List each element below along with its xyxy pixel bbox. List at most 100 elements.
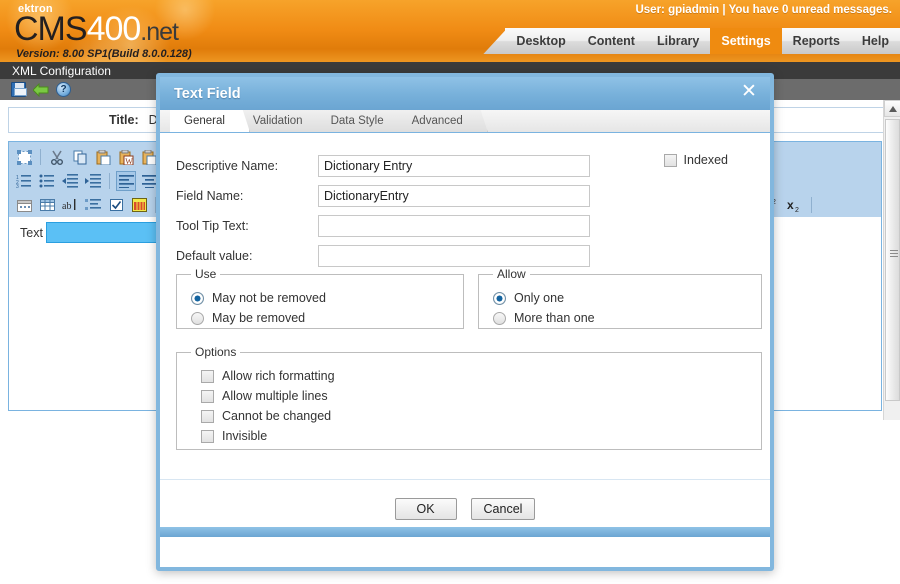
- use-option-row[interactable]: May not be removed: [191, 288, 451, 308]
- subscript-icon[interactable]: x2: [785, 195, 805, 215]
- align-left-icon[interactable]: [116, 171, 136, 191]
- default-value-input[interactable]: [318, 245, 590, 267]
- svg-text:3: 3: [16, 184, 19, 188]
- default-value-label: Default value:: [176, 249, 253, 263]
- allow-legend: Allow: [497, 267, 526, 281]
- svg-text:x: x: [787, 198, 794, 212]
- paste-icon[interactable]: [93, 147, 113, 167]
- tab-advanced[interactable]: Advanced: [397, 110, 477, 132]
- nav-item-library[interactable]: Library: [646, 28, 710, 54]
- allow-only-one-radio[interactable]: [493, 291, 506, 305]
- option-row[interactable]: Cannot be changed: [201, 406, 749, 426]
- use-may-be-removed-radio[interactable]: [191, 311, 204, 325]
- option-row[interactable]: Allow multiple lines: [201, 386, 749, 406]
- allow-fieldset: Allow Only one More than one: [478, 267, 762, 329]
- logo-cms-text: CMS: [14, 10, 88, 48]
- toolbar-separator: [811, 197, 812, 213]
- indexed-checkbox-row: Indexed: [663, 153, 728, 167]
- calendar-field-icon[interactable]: [129, 195, 149, 215]
- insert-date-icon[interactable]: [14, 195, 34, 215]
- copy-icon[interactable]: [70, 147, 90, 167]
- use-may-not-be-removed-radio[interactable]: [191, 291, 204, 305]
- nav-item-reports[interactable]: Reports: [782, 28, 851, 54]
- title-label: Title:: [109, 113, 139, 127]
- field-name-label: Field Name:: [176, 189, 244, 203]
- insert-table-icon[interactable]: [37, 195, 57, 215]
- invisible-label: Invisible: [222, 429, 268, 443]
- toolbar-separator: [109, 173, 110, 189]
- version-text: Version: 8.00 SP1(Build 8.0.0.128): [16, 48, 192, 60]
- close-icon[interactable]: ✕: [739, 82, 759, 102]
- nav-item-content[interactable]: Content: [577, 28, 646, 54]
- nav-item-desktop[interactable]: Desktop: [505, 28, 576, 54]
- svg-text:ab: ab: [62, 201, 71, 212]
- allow-more-than-one-label: More than one: [514, 311, 595, 325]
- tool-tip-text-label: Tool Tip Text:: [176, 219, 249, 233]
- use-fieldset: Use May not be removed May be removed: [176, 267, 464, 329]
- checkbox-field-icon[interactable]: [106, 195, 126, 215]
- field-name-row: Field Name:: [176, 181, 754, 211]
- scrollbar-grip-icon: [890, 250, 898, 257]
- cannot-be-changed-label: Cannot be changed: [222, 409, 332, 423]
- field-name-input[interactable]: [318, 185, 590, 207]
- nav-item-settings[interactable]: Settings: [710, 28, 782, 54]
- allow-more-than-one-radio[interactable]: [493, 311, 506, 325]
- ok-button[interactable]: OK: [394, 497, 457, 520]
- dialog-resize-handle-icon[interactable]: [755, 552, 768, 565]
- nav-item-help[interactable]: Help: [851, 28, 900, 54]
- options-legend: Options: [195, 345, 237, 359]
- ektron-logo: ektron CMS400.net Version: 8.00 SP1(Buil…: [14, 2, 192, 60]
- use-may-not-be-removed-label: May not be removed: [212, 291, 326, 305]
- use-may-be-removed-label: May be removed: [212, 311, 306, 325]
- bullet-list-icon[interactable]: [37, 171, 57, 191]
- vertical-scrollbar[interactable]: [883, 100, 900, 420]
- save-icon[interactable]: [11, 82, 27, 97]
- back-arrow-icon[interactable]: [33, 82, 49, 97]
- tab-data-style[interactable]: Data Style: [316, 110, 398, 132]
- spellcheck-icon[interactable]: ab: [60, 195, 80, 215]
- help-icon[interactable]: ?: [56, 82, 71, 97]
- cannot-be-changed-checkbox[interactable]: [201, 409, 214, 423]
- scroll-up-arrow-icon[interactable]: [884, 100, 900, 117]
- brand-banner: ektron CMS400.net Version: 8.00 SP1(Buil…: [0, 0, 900, 68]
- tab-general[interactable]: General: [170, 110, 239, 132]
- dialog-tabs: General Validation Data Style Advanced: [160, 110, 770, 133]
- svg-text:2: 2: [795, 207, 799, 212]
- tab-validation[interactable]: Validation: [238, 110, 317, 132]
- allow-rich-formatting-label: Allow rich formatting: [222, 369, 335, 383]
- svg-text:W: W: [125, 157, 133, 165]
- scrollbar-thumb[interactable]: [885, 119, 900, 401]
- dialog-title-bar[interactable]: Text Field ✕: [160, 77, 770, 110]
- option-row[interactable]: Invisible: [201, 426, 749, 446]
- tool-tip-text-input[interactable]: [318, 215, 590, 237]
- text-field-dialog: Text Field ✕ General Validation Data Sty…: [156, 73, 774, 571]
- indexed-checkbox[interactable]: [663, 153, 677, 167]
- cut-icon[interactable]: [47, 147, 67, 167]
- options-fieldset: Options Allow rich formatting Allow mult…: [176, 345, 762, 450]
- allow-option-row[interactable]: Only one: [493, 288, 749, 308]
- allow-option-row[interactable]: More than one: [493, 308, 749, 328]
- dialog-title: Text Field: [174, 85, 241, 102]
- use-legend: Use: [195, 267, 217, 281]
- definition-list-icon[interactable]: [83, 195, 103, 215]
- descriptive-name-label: Descriptive Name:: [176, 159, 279, 173]
- logo-main-text: CMS400.net: [14, 10, 192, 48]
- outdent-icon[interactable]: [60, 171, 80, 191]
- select-all-icon[interactable]: [14, 147, 34, 167]
- editor-field-label: Text: [20, 226, 43, 240]
- descriptive-name-input[interactable]: [318, 155, 590, 177]
- indexed-label: Indexed: [683, 153, 728, 167]
- allow-multiple-lines-checkbox[interactable]: [201, 389, 214, 403]
- application-window: ektron CMS400.net Version: 8.00 SP1(Buil…: [0, 0, 900, 584]
- paste-from-word-icon[interactable]: W: [116, 147, 136, 167]
- cancel-button[interactable]: Cancel: [470, 497, 536, 520]
- logo-net-text: .net: [140, 18, 179, 46]
- numbered-list-icon[interactable]: 123: [14, 171, 34, 191]
- user-info-text: User: gpiadmin | You have 0 unread messa…: [635, 4, 892, 16]
- allow-rich-formatting-checkbox[interactable]: [201, 369, 214, 383]
- indent-icon[interactable]: [83, 171, 103, 191]
- use-option-row[interactable]: May be removed: [191, 308, 451, 328]
- toolbar-separator: [40, 149, 41, 165]
- invisible-checkbox[interactable]: [201, 429, 214, 443]
- option-row[interactable]: Allow rich formatting: [201, 366, 749, 386]
